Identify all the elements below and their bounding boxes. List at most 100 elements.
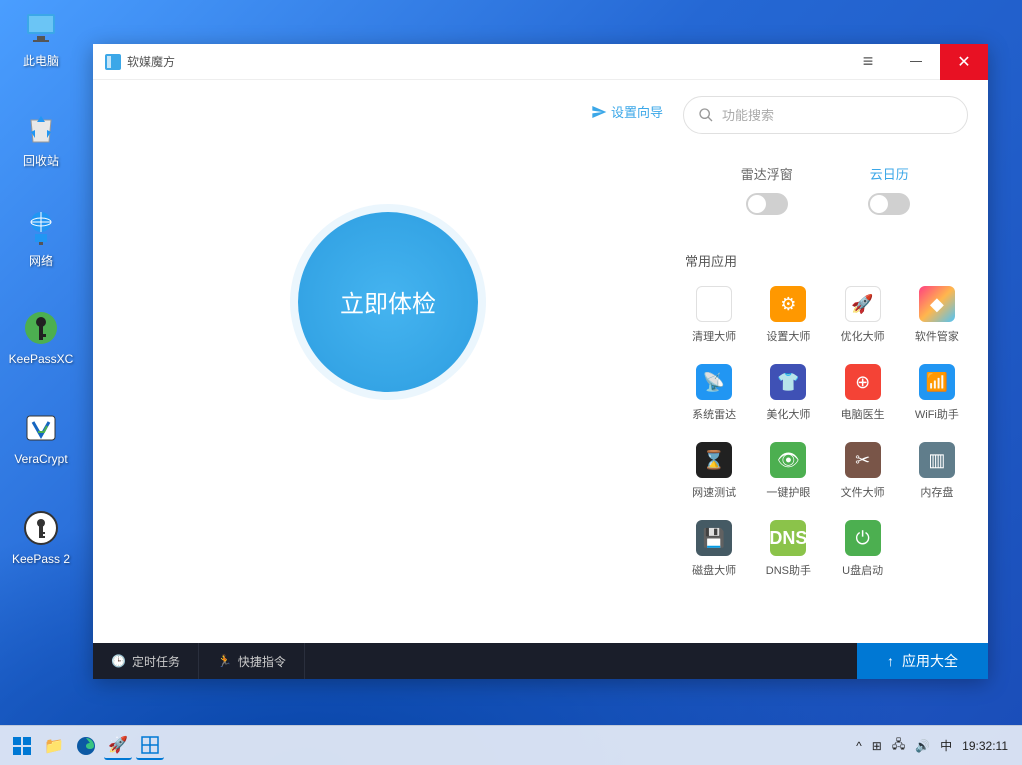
app-item-label: 内存盘	[906, 484, 968, 500]
calendar-toggle-item: 云日历	[868, 164, 910, 215]
network-icon	[21, 208, 61, 248]
app-item-label: U盘启动	[832, 562, 894, 578]
titlebar: 软媒魔方 ≡ ✕	[93, 44, 988, 80]
app-item-0[interactable]: 🖌 清理大师	[683, 286, 745, 344]
app-icon: DNS	[770, 520, 806, 556]
app-item-7[interactable]: 📶WiFi助手	[906, 364, 968, 422]
app-item-6[interactable]: ⊕电脑医生	[832, 364, 894, 422]
app-item-label: 美化大师	[757, 406, 819, 422]
tray-chevron-icon[interactable]: ^	[856, 739, 862, 753]
pc-icon	[21, 8, 61, 48]
radar-toggle[interactable]	[746, 193, 788, 215]
scan-button-label: 立即体检	[340, 284, 436, 319]
footer-bar: 🕒 定时任务 🏃 快捷指令 ↑ 应用大全	[93, 643, 988, 679]
menu-button[interactable]: ≡	[844, 44, 892, 80]
app-item-1[interactable]: ⚙设置大师	[757, 286, 819, 344]
app-item-10[interactable]: ✂文件大师	[832, 442, 894, 500]
calendar-toggle-label: 云日历	[868, 164, 910, 183]
start-button[interactable]	[8, 732, 36, 760]
app-item-label: 电脑医生	[832, 406, 894, 422]
app-icon: 👁	[770, 442, 806, 478]
grid-icon	[141, 736, 159, 754]
tray-volume-icon[interactable]: 🔊	[915, 739, 930, 753]
search-input[interactable]	[722, 108, 953, 123]
app-icon: 🖌	[696, 286, 732, 322]
arrow-up-icon: ↑	[887, 653, 894, 669]
ime-indicator[interactable]: 中	[940, 737, 952, 754]
app-item-8[interactable]: ⌛网速测试	[683, 442, 745, 500]
minimize-button[interactable]	[892, 44, 940, 80]
app-item-label: 系统雷达	[683, 406, 745, 422]
main-panel: 设置向导 立即体检	[93, 80, 683, 643]
taskbar: 📁 🚀 ^ ⊞ 🖧 🔊 中 19:32:11	[0, 725, 1022, 765]
desktop-icon-label: KeePass 2	[4, 552, 78, 566]
search-icon	[698, 107, 714, 123]
app-item-label: 软件管家	[906, 328, 968, 344]
desktop-icon-veracrypt[interactable]: VeraCrypt	[4, 408, 78, 466]
desktop-icon-keepass[interactable]: KeePass 2	[4, 508, 78, 566]
calendar-toggle[interactable]	[868, 193, 910, 215]
app-icon: ◆	[919, 286, 955, 322]
app-icon: ⏻	[845, 520, 881, 556]
common-apps-title: 常用应用	[685, 251, 968, 270]
app-item-label: 清理大师	[683, 328, 745, 344]
app-item-label: 设置大师	[757, 328, 819, 344]
app-logo-icon	[105, 54, 121, 70]
desktop-icon-label: VeraCrypt	[4, 452, 78, 466]
keepassxc-icon	[21, 308, 61, 348]
app-item-label: 一键护眼	[757, 484, 819, 500]
app-item-14[interactable]: ⏻ U盘启动	[832, 520, 894, 578]
edge-taskbar-icon[interactable]	[72, 732, 100, 760]
side-panel: 雷达浮窗 云日历 常用应用 🖌 清理大师 ⚙设置大师🚀优化大师 ◆ 软件管家 📡 系统雷达 👕…	[683, 80, 988, 643]
all-apps-label: 应用大全	[902, 651, 958, 671]
tray-grid-icon[interactable]: ⊞	[872, 739, 882, 753]
app-item-label: 文件大师	[832, 484, 894, 500]
app-item-3[interactable]: ◆ 软件管家	[906, 286, 968, 344]
app-item-label: WiFi助手	[906, 406, 968, 422]
all-apps-button[interactable]: ↑ 应用大全	[857, 643, 988, 679]
app-item-4[interactable]: 📡 系统雷达	[683, 364, 745, 422]
quick-command-label: 快捷指令	[238, 653, 286, 670]
scheduled-tasks-button[interactable]: 🕒 定时任务	[93, 643, 199, 679]
desktop-icon-label: 网络	[4, 252, 78, 269]
clock-icon: 🕒	[111, 654, 126, 668]
tray-network-icon[interactable]: 🖧	[892, 735, 905, 756]
windows-icon	[13, 737, 31, 755]
veracrypt-icon	[21, 408, 61, 448]
app-title: 软媒魔方	[127, 53, 175, 70]
app-item-9[interactable]: 👁 一键护眼	[757, 442, 819, 500]
run-icon: 🏃	[217, 654, 232, 668]
radar-toggle-item: 雷达浮窗	[741, 164, 793, 215]
app-item-label: 磁盘大师	[683, 562, 745, 578]
app-item-12[interactable]: 💾磁盘大师	[683, 520, 745, 578]
app-taskbar-icon[interactable]	[136, 732, 164, 760]
app-item-label: 网速测试	[683, 484, 745, 500]
desktop-icon-pc[interactable]: 此电脑	[4, 8, 78, 69]
desktop-icon-recycle[interactable]: 回收站	[4, 108, 78, 169]
app-icon: ▥	[919, 442, 955, 478]
app-item-5[interactable]: 👕 美化大师	[757, 364, 819, 422]
keepass-icon	[21, 508, 61, 548]
explorer-taskbar-icon[interactable]: 📁	[40, 732, 68, 760]
app-item-11[interactable]: ▥ 内存盘	[906, 442, 968, 500]
app-window: 软媒魔方 ≡ ✕ 设置向导 立即体检 雷达浮窗	[93, 44, 988, 679]
app-item-13[interactable]: DNSDNS助手	[757, 520, 819, 578]
app-icon: 📡	[696, 364, 732, 400]
edge-icon	[76, 736, 96, 756]
app-grid: 🖌 清理大师 ⚙设置大师🚀优化大师 ◆ 软件管家 📡 系统雷达 👕 美化大师 ⊕电脑医生📶WiFi…	[683, 286, 968, 578]
quick-command-button[interactable]: 🏃 快捷指令	[199, 643, 305, 679]
search-box[interactable]	[683, 96, 968, 134]
app-item-2[interactable]: 🚀优化大师	[832, 286, 894, 344]
scan-button[interactable]: 立即体检	[298, 212, 478, 392]
desktop-icon-label: 此电脑	[4, 52, 78, 69]
close-button[interactable]: ✕	[940, 44, 988, 80]
desktop-icon-keepassxc[interactable]: KeePassXC	[4, 308, 78, 366]
scheduled-tasks-label: 定时任务	[132, 653, 180, 670]
folder-icon: 📁	[44, 736, 64, 756]
app-icon: 👕	[770, 364, 806, 400]
ruanmei-taskbar-icon[interactable]: 🚀	[104, 732, 132, 760]
taskbar-clock[interactable]: 19:32:11	[962, 739, 1008, 753]
wizard-link-label: 设置向导	[611, 102, 663, 121]
setup-wizard-link[interactable]: 设置向导	[591, 102, 663, 121]
desktop-icon-network[interactable]: 网络	[4, 208, 78, 269]
